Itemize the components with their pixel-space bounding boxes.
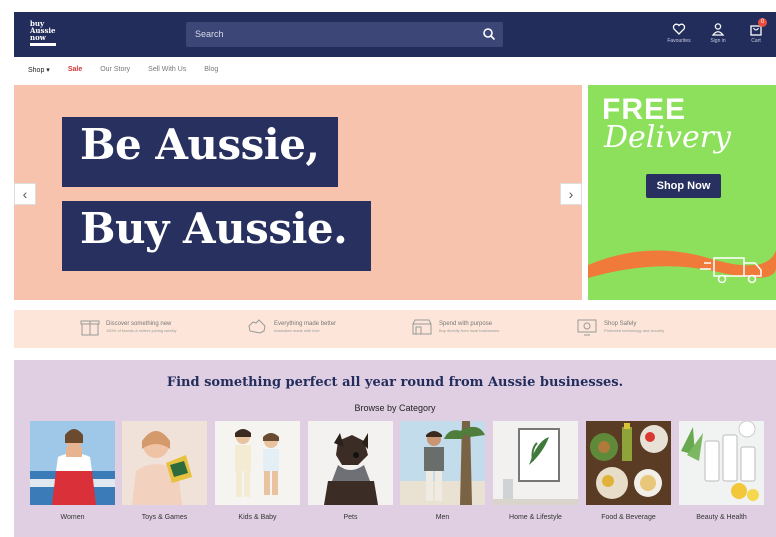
heart-icon — [672, 23, 686, 35]
site-logo[interactable]: buy Aussie now — [30, 20, 62, 46]
secure-screen-icon — [577, 319, 597, 336]
sign-in-label: Sign in — [710, 38, 726, 44]
hero-headline-2: Buy Aussie. — [62, 201, 371, 271]
nav-item-our-story[interactable]: Our Story — [100, 66, 130, 78]
cart-label: Cart — [751, 38, 761, 44]
benefit-subtitle: Protected technology and security — [604, 328, 665, 333]
shop-icon — [412, 319, 432, 335]
category-section-title: Find something perfect all year round fr… — [166, 375, 624, 390]
category-label: Women — [60, 514, 85, 521]
cart-count-badge: 0 — [758, 18, 767, 27]
search-icon[interactable] — [482, 27, 496, 41]
category-card-food-beverage[interactable]: Food & Beverage — [586, 421, 671, 521]
category-card-women[interactable]: Women — [30, 421, 115, 521]
category-card-kids-baby[interactable]: Kids & Baby — [215, 421, 300, 521]
category-card-pets[interactable]: Pets — [308, 421, 393, 521]
category-card-toys-games[interactable]: Toys & Games — [122, 421, 207, 521]
carousel-prev-button[interactable]: ‹ — [14, 183, 36, 205]
nav-item-shop[interactable]: Shop ▾ — [28, 66, 50, 78]
benefit-subtitle: Australian made with love — [274, 328, 320, 333]
site-header: buy Aussie now Search Favourites Sign in — [14, 12, 776, 57]
category-card-home-lifestyle[interactable]: Home & Lifestyle — [493, 421, 578, 521]
favourites-label: Favourites — [667, 38, 691, 44]
category-label: Beauty & Health — [696, 514, 747, 521]
promo-wave-graphic — [588, 250, 776, 300]
category-image-home-lifestyle — [493, 421, 578, 505]
nav-item-sale[interactable]: Sale — [68, 66, 82, 78]
category-label: Kids & Baby — [238, 514, 277, 521]
benefit-discover: Discover something new 100% of brands & … — [80, 318, 176, 336]
search-input[interactable]: Search — [186, 22, 503, 47]
category-image-kids-baby — [215, 421, 300, 505]
hero-headline-1: Be Aussie, — [62, 117, 338, 187]
gift-icon — [80, 320, 100, 336]
benefit-title: Everything made better — [274, 321, 337, 327]
promo-delivery-text: Delivery — [604, 120, 731, 155]
australia-map-icon — [248, 319, 266, 334]
benefits-strip: Discover something new 100% of brands & … — [14, 310, 776, 348]
hero-banner[interactable]: Be Aussie, Buy Aussie. ‹ › — [14, 85, 582, 300]
benefit-title: Shop Safely — [604, 321, 637, 327]
category-image-toys-games — [122, 421, 207, 505]
category-section-subtitle: Browse by Category — [354, 403, 436, 413]
category-section: Find something perfect all year round fr… — [14, 360, 776, 537]
category-image-women — [30, 421, 115, 505]
cart-button[interactable]: 0 Cart — [740, 18, 772, 44]
benefit-purpose: Spend with purpose Buy directly from loc… — [411, 318, 499, 336]
category-label: Food & Beverage — [601, 514, 656, 521]
benefit-safely: Shop Safely Protected technology and sec… — [576, 318, 664, 336]
benefit-made-better: Everything made better Australian made w… — [246, 318, 336, 336]
main-nav: Shop ▾ Sale Our Story Sell With Us Blog — [28, 66, 236, 78]
category-image-food-beverage — [586, 421, 671, 505]
user-icon — [711, 23, 725, 36]
benefit-title: Spend with purpose — [439, 321, 493, 327]
page: buy Aussie now Search Favourites Sign in — [0, 0, 776, 537]
favourites-button[interactable]: Favourites — [663, 22, 695, 44]
sign-in-button[interactable]: Sign in — [702, 22, 734, 44]
category-image-pets — [308, 421, 393, 505]
category-label: Toys & Games — [141, 514, 188, 521]
nav-item-sell-with-us[interactable]: Sell With Us — [148, 66, 186, 78]
search-placeholder: Search — [195, 29, 224, 39]
logo-line: now — [30, 33, 46, 42]
logo-bar — [30, 43, 56, 46]
nav-item-blog[interactable]: Blog — [204, 66, 218, 78]
benefit-title: Discover something new — [106, 321, 172, 327]
category-label: Pets — [343, 514, 358, 521]
carousel-next-button[interactable]: › — [560, 183, 582, 205]
benefit-subtitle: Buy directly from local businesses — [439, 328, 500, 333]
category-card-beauty-health[interactable]: Beauty & Health — [679, 421, 764, 521]
category-label: Home & Lifestyle — [509, 514, 562, 521]
benefit-subtitle: 100% of brands & sellers joining weekly — [106, 328, 177, 333]
shop-now-button[interactable]: Shop Now — [646, 174, 721, 198]
category-label: Men — [435, 514, 450, 521]
free-delivery-promo[interactable]: FREE Delivery Shop Now — [588, 85, 776, 300]
category-card-men[interactable]: Men — [400, 421, 485, 521]
category-image-beauty-health — [679, 421, 764, 505]
category-image-men — [400, 421, 485, 505]
